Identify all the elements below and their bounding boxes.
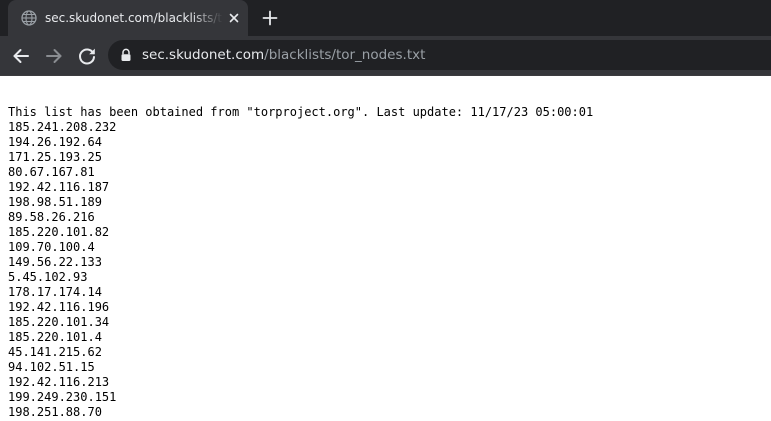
page-content: This list has been obtained from "torpro… [0, 76, 771, 421]
ip-address: 185.220.101.4 [8, 330, 102, 344]
ip-address: 89.58.26.216 [8, 210, 95, 224]
ip-address: 5.45.102.93 [8, 270, 88, 284]
ip-address: 185.220.101.82 [8, 225, 110, 239]
back-arrow-icon[interactable] [9, 44, 33, 68]
ip-address: 192.42.116.196 [8, 300, 110, 314]
ip-address: 199.249.230.151 [8, 390, 117, 404]
browser-tab[interactable]: sec.skudonet.com/blacklists/tor_nodes.tx… [8, 0, 248, 36]
plus-icon[interactable] [260, 8, 280, 28]
url-path: /blacklists/tor_nodes.txt [264, 47, 426, 63]
url-text[interactable]: sec.skudonet.com/blacklists/tor_nodes.tx… [142, 46, 425, 64]
ip-address: 80.67.167.81 [8, 165, 95, 179]
ip-address: 94.102.51.15 [8, 360, 95, 374]
ip-address: 178.17.174.14 [8, 285, 102, 299]
lock-icon[interactable] [119, 48, 133, 62]
reload-icon[interactable] [75, 44, 99, 68]
ip-address: 192.42.116.213 [8, 375, 110, 389]
close-icon[interactable] [226, 10, 242, 26]
ip-address: 185.220.101.34 [8, 315, 110, 329]
browser-window: sec.skudonet.com/blacklists/tor_nodes.tx… [0, 0, 771, 421]
globe-icon [21, 10, 37, 26]
ip-address: 198.251.88.70 [8, 405, 102, 419]
ip-address: 185.241.208.232 [8, 120, 117, 134]
ip-address: 171.25.193.25 [8, 150, 102, 164]
text-document: This list has been obtained from "torpro… [8, 105, 593, 420]
forward-arrow-icon[interactable] [42, 44, 66, 68]
ip-address: 109.70.100.4 [8, 240, 95, 254]
ip-address: 198.98.51.189 [8, 195, 102, 209]
address-bar[interactable]: sec.skudonet.com/blacklists/tor_nodes.tx… [108, 40, 771, 70]
document-header: This list has been obtained from "torpro… [8, 105, 594, 119]
tab-strip: sec.skudonet.com/blacklists/tor_nodes.tx… [0, 0, 771, 36]
browser-toolbar: sec.skudonet.com/blacklists/tor_nodes.tx… [0, 36, 771, 76]
tab-title: sec.skudonet.com/blacklists/tor_nodes.tx… [45, 11, 223, 25]
ip-address: 194.26.192.64 [8, 135, 102, 149]
ip-address: 149.56.22.133 [8, 255, 102, 269]
url-host: sec.skudonet.com [142, 47, 265, 63]
ip-address: 192.42.116.187 [8, 180, 110, 194]
ip-address: 45.141.215.62 [8, 345, 102, 359]
